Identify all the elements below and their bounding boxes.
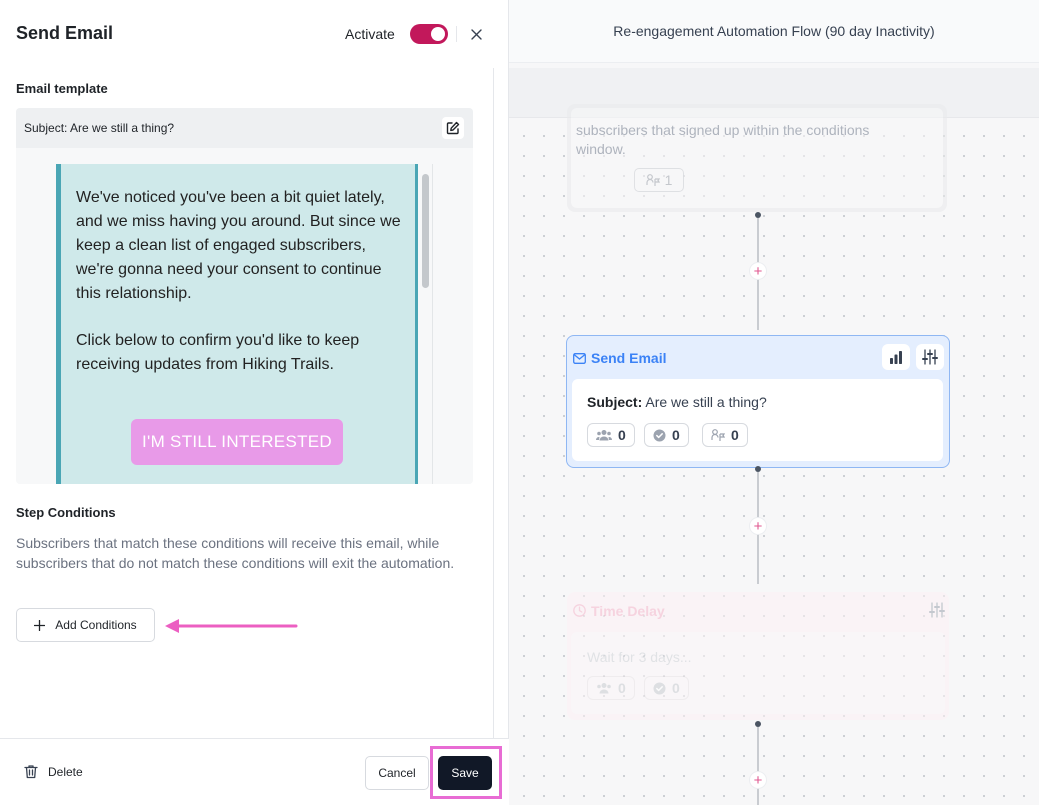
add-step-button[interactable]: + [749, 262, 767, 280]
add-conditions-button[interactable]: Add Conditions [16, 608, 155, 642]
mail-icon [573, 353, 586, 364]
recipients-stat-pill: 0 [587, 423, 635, 447]
email-template-box: Subject: Are we still a thing? We've not… [16, 108, 473, 484]
send-email-node[interactable]: Send Email Subject: Are we still a thing… [566, 335, 950, 468]
activate-toggle[interactable] [410, 24, 448, 44]
add-conditions-label: Add Conditions [55, 618, 137, 632]
users-icon [597, 683, 611, 694]
recipients-count: 0 [618, 427, 626, 443]
flow-title-bar: Re-engagement Automation Flow (90 day In… [509, 0, 1039, 63]
previous-node-count: 1 [664, 172, 673, 188]
time-delay-title: Time Delay [591, 603, 665, 619]
cancel-button[interactable]: Cancel [365, 756, 429, 790]
trash-icon [24, 765, 38, 779]
add-step-button[interactable]: + [749, 517, 767, 535]
connector-line [757, 727, 759, 805]
check-circle-icon [653, 682, 666, 694]
delay-recipients-count: 0 [618, 680, 626, 696]
close-icon [470, 28, 482, 40]
email-card: We've noticed you've been a bit quiet la… [56, 164, 418, 484]
send-email-node-title: Send Email [591, 350, 667, 366]
exited-stat-pill: 0 [702, 423, 748, 447]
delay-recipients-pill: 0 [587, 676, 635, 700]
flow-title: Re-engagement Automation Flow (90 day In… [613, 23, 935, 39]
conditions-description: Subscribers that match these conditions … [16, 535, 455, 571]
check-circle-icon [653, 429, 666, 441]
template-subject: Subject: Are we still a thing? [24, 121, 175, 135]
pointer-arrow-icon [165, 619, 298, 633]
delay-completed-pill: 0 [644, 676, 689, 700]
panel-footer: Delete Cancel Save [0, 738, 509, 805]
edit-icon [446, 121, 460, 135]
close-button[interactable] [466, 24, 486, 44]
exited-count: 0 [731, 427, 739, 443]
panel-scroll-track[interactable] [493, 68, 494, 738]
send-email-node-body: Subject: Are we still a thing? 0 0 0 [572, 379, 943, 461]
delete-button[interactable]: Delete [24, 764, 83, 779]
node-subject-label: Subject: [587, 394, 643, 410]
subject-bar: Subject: Are we still a thing? [16, 108, 473, 148]
still-interested-button[interactable]: I'M STILL INTERESTED [131, 419, 343, 465]
clock-icon [573, 604, 586, 617]
preview-scroll-line [432, 164, 433, 484]
sliders-icon [922, 349, 938, 365]
email-body: We've noticed you've been a bit quiet la… [76, 186, 406, 400]
activate-label: Activate [345, 26, 395, 42]
previous-node-exit-pill: 1 [634, 168, 684, 192]
plus-icon [34, 619, 46, 631]
step-conditions-label: Step Conditions [16, 505, 116, 520]
preview-scrollbar[interactable] [422, 174, 429, 288]
add-step-button[interactable]: + [749, 771, 767, 789]
edit-template-button[interactable] [442, 117, 464, 139]
flow-canvas[interactable]: Re-engagement Automation Flow (90 day In… [509, 0, 1039, 805]
email-paragraph-2: Click below to confirm you'd like to kee… [76, 332, 360, 373]
time-delay-node[interactable]: Time Delay Wait for 3 days... 0 0 [567, 592, 949, 720]
node-stats-button[interactable] [882, 344, 910, 370]
delete-label: Delete [48, 764, 83, 779]
node-subject-value: Are we still a thing? [645, 394, 767, 410]
panel-title: Send Email [16, 23, 114, 43]
save-button[interactable]: Save [438, 756, 492, 790]
exit-icon [711, 429, 725, 441]
node-settings-button[interactable] [916, 344, 944, 370]
node-subject: Subject: Are we still a thing? [587, 394, 767, 410]
delay-completed-count: 0 [672, 680, 680, 696]
users-icon [596, 430, 612, 441]
sliders-icon [929, 602, 945, 618]
panel-header: Send Email Activate [0, 0, 509, 68]
toggle-knob [431, 27, 445, 41]
completed-count: 0 [672, 427, 680, 443]
email-preview: We've noticed you've been a bit quiet la… [16, 148, 473, 484]
send-email-panel: Send Email Activate Email template Subje… [0, 0, 509, 805]
exit-icon [645, 174, 660, 186]
email-paragraph-1: We've noticed you've been a bit quiet la… [76, 189, 401, 302]
bar-chart-icon [890, 351, 902, 364]
time-delay-body: Wait for 3 days... 0 0 [571, 632, 945, 714]
previous-node-text: subscribers that signed up within the co… [576, 122, 870, 157]
completed-stat-pill: 0 [644, 423, 689, 447]
email-template-label: Email template [16, 81, 108, 96]
time-delay-text: Wait for 3 days... [587, 649, 692, 665]
header-divider [456, 26, 457, 42]
